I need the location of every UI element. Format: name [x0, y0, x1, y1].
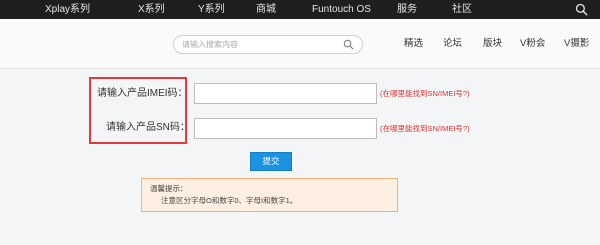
search-input[interactable]	[182, 38, 337, 51]
tip-box: 温馨提示： 注意区分字母O和数字0、字母I和数字1。	[141, 178, 398, 212]
imei-help-link[interactable]: (在哪里能找到SN/IMEI号?)	[380, 89, 470, 99]
sub-nav-forum[interactable]: 论坛	[443, 37, 462, 51]
sub-nav-vphoto[interactable]: V摄影	[564, 37, 589, 51]
sub-nav-featured[interactable]: 精选	[404, 37, 423, 51]
nav-item-y-series[interactable]: Y系列	[198, 0, 225, 19]
imei-label: 请输入产品IMEI码：	[97, 88, 188, 99]
nav-item-funtouch-os[interactable]: Funtouch OS	[312, 0, 371, 19]
search-icon[interactable]	[575, 3, 588, 16]
sn-input[interactable]	[195, 120, 376, 139]
nav-item-community[interactable]: 社区	[452, 0, 472, 19]
nav-item-xplay[interactable]: Xplay系列	[45, 0, 90, 19]
site-search	[173, 35, 363, 54]
tip-body: 注意区分字母O和数字0、字母I和数字1。	[161, 196, 298, 205]
sub-nav: 精选 论坛 版块 V粉会 V摄影	[0, 19, 600, 69]
submit-button[interactable]: 提交	[250, 152, 292, 171]
imei-input[interactable]	[195, 85, 376, 104]
nav-item-store[interactable]: 商城	[256, 0, 276, 19]
sn-field-wrapper	[194, 118, 377, 139]
nav-item-x-series[interactable]: X系列	[138, 0, 165, 19]
top-nav: Xplay系列 X系列 Y系列 商城 Funtouch OS 服务 社区	[0, 0, 600, 19]
sub-nav-vfan-club[interactable]: V粉会	[520, 37, 545, 51]
imei-field-wrapper	[194, 83, 377, 104]
nav-item-service[interactable]: 服务	[397, 0, 417, 19]
sub-nav-sections[interactable]: 版块	[483, 37, 502, 51]
tip-title: 温馨提示：	[150, 184, 188, 193]
magnifier-icon[interactable]	[343, 39, 354, 50]
sn-help-link[interactable]: (在哪里能找到SN/IMEI号?)	[380, 124, 470, 134]
sn-label: 请输入产品SN码：	[106, 122, 190, 133]
